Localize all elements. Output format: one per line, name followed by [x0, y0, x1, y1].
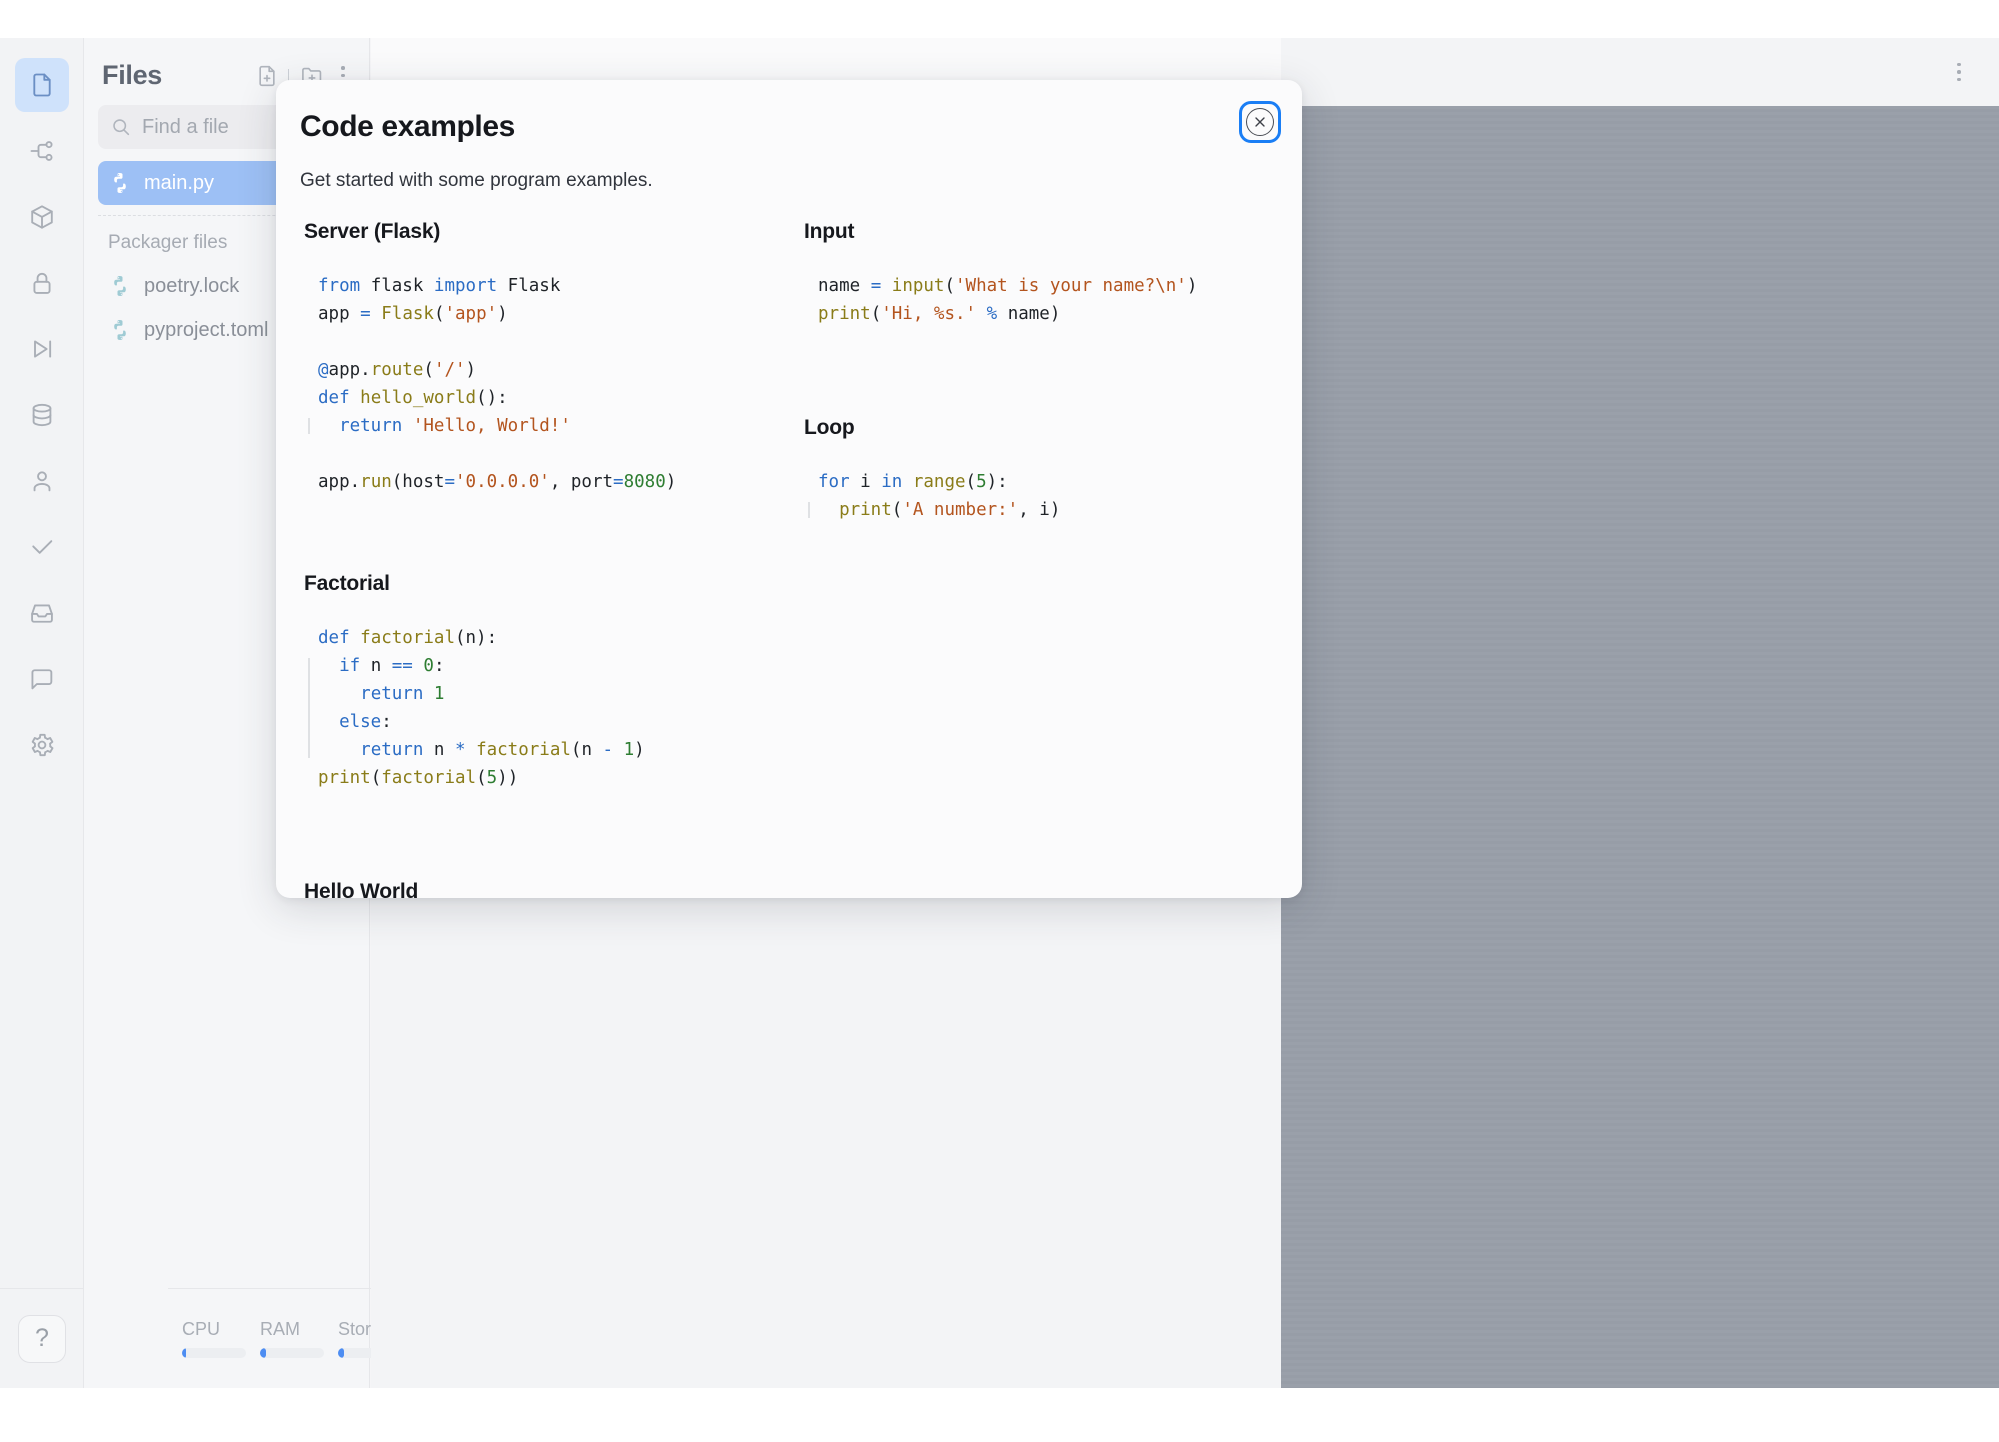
- sidebar-item-chat[interactable]: [15, 652, 69, 706]
- help-button[interactable]: ?: [18, 1315, 66, 1363]
- python-file-icon: [108, 171, 132, 195]
- search-placeholder: Find a file: [142, 116, 229, 139]
- section-heading-hello-world: Hello World: [304, 880, 784, 898]
- ram-track: [260, 1348, 324, 1358]
- cpu-track: [182, 1348, 246, 1358]
- code-block-input[interactable]: name = input('What is your name?\n') pri…: [818, 272, 1274, 328]
- sidebar-item-tests[interactable]: [15, 520, 69, 574]
- ram-meter[interactable]: RAM: [260, 1319, 324, 1358]
- run-icon: [35, 341, 50, 356]
- dialog-title: Code examples: [300, 110, 515, 144]
- check-icon: [33, 541, 51, 553]
- rail-footer: ?: [0, 1288, 84, 1388]
- cpu-fill: [182, 1348, 186, 1358]
- python-file-icon: [108, 274, 132, 298]
- gear-icon: [32, 735, 52, 755]
- sidebar-item-version[interactable]: [15, 124, 69, 178]
- git-branch-icon: [31, 142, 51, 160]
- code-block-server[interactable]: from flask import Flask app = Flask('app…: [318, 272, 784, 496]
- preview-pane: [1281, 38, 1999, 1388]
- lock-icon: [34, 274, 49, 293]
- sidebar-item-settings[interactable]: [15, 718, 69, 772]
- dialog-body: Server (Flask) from flask import Flask a…: [276, 220, 1302, 898]
- code-block-loop[interactable]: for i in range(5): print('A number:', i): [818, 468, 1274, 524]
- section-heading-server: Server (Flask): [304, 220, 784, 244]
- database-icon: [33, 405, 50, 425]
- app-window: ? Files: [0, 38, 1999, 1388]
- code-block-factorial[interactable]: def factorial(n): if n == 0: return 1 el…: [318, 624, 784, 792]
- section-heading-factorial: Factorial: [304, 572, 784, 596]
- sidebar-item-packages[interactable]: [15, 190, 69, 244]
- file-icon: [34, 75, 49, 96]
- inbox-icon: [32, 605, 52, 621]
- dialog-subtitle: Get started with some program examples.: [300, 170, 653, 192]
- python-file-icon: [108, 318, 132, 342]
- chat-icon: [32, 670, 51, 688]
- search-icon: [110, 116, 132, 138]
- close-icon: [1246, 108, 1274, 136]
- code-examples-dialog: Code examples Get started with some prog…: [276, 80, 1302, 898]
- sidebar-item-secrets[interactable]: [15, 256, 69, 310]
- sidebar-item-inbox[interactable]: [15, 586, 69, 640]
- ram-label: RAM: [260, 1319, 324, 1340]
- sidebar-item-database[interactable]: [15, 388, 69, 442]
- package-icon: [32, 206, 52, 227]
- close-button[interactable]: [1239, 101, 1281, 143]
- dialog-column-left: Server (Flask) from flask import Flask a…: [304, 220, 784, 898]
- cpu-meter[interactable]: CPU: [182, 1319, 246, 1358]
- section-heading-input: Input: [804, 220, 1274, 244]
- preview-pane-header: [1281, 38, 1999, 106]
- dialog-column-right: Input name = input('What is your name?\n…: [804, 220, 1274, 524]
- page-title: Files: [102, 60, 248, 91]
- ram-fill: [260, 1348, 266, 1358]
- new-file-icon[interactable]: [254, 63, 280, 89]
- cpu-label: CPU: [182, 1319, 246, 1340]
- section-heading-loop: Loop: [804, 416, 1274, 440]
- preview-pane-menu-icon[interactable]: [1949, 59, 1969, 85]
- user-icon: [34, 472, 49, 490]
- activity-rail: ?: [0, 38, 84, 1388]
- sidebar-item-files[interactable]: [15, 58, 69, 112]
- sidebar-item-run[interactable]: [15, 322, 69, 376]
- storage-fill: [338, 1348, 344, 1358]
- preview-pane-body: [1281, 106, 1999, 1388]
- sidebar-item-account[interactable]: [15, 454, 69, 508]
